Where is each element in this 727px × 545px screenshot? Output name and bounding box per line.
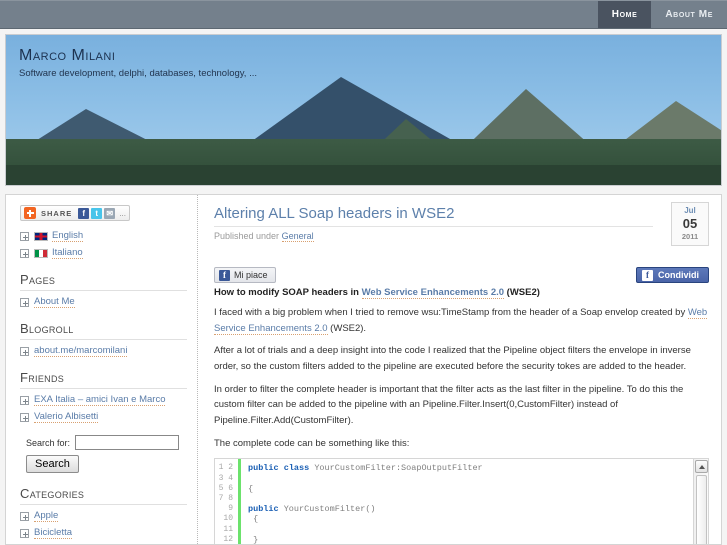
blogroll-link-about-me-marcomilani[interactable]: about.me/marcomilani (34, 345, 128, 357)
list-bullet-icon (20, 231, 29, 241)
post-title: Altering ALL Soap headers in WSE2 (214, 205, 455, 222)
addthis-share-widget[interactable]: SHARE f t ✉ ... (20, 205, 130, 221)
facebook-like-label: Mi piace (234, 270, 268, 280)
site-title: Marco Milani (19, 47, 116, 64)
list-item[interactable]: Apple (20, 510, 187, 522)
page-link-about-me[interactable]: About Me (34, 296, 75, 308)
category-link-apple[interactable]: Apple (34, 510, 59, 522)
friend-link-valerio-albisetti[interactable]: Valerio Albisetti (34, 411, 99, 423)
paragraph1-before: I faced with a big problem when I tried … (214, 307, 688, 318)
search-row: Search for: (26, 435, 187, 450)
list-item[interactable]: EXA Italia – amici Ivan e Marco (20, 394, 187, 406)
paragraph1-after: (WSE2). (327, 322, 367, 334)
list-bullet-icon (20, 412, 29, 422)
top-navigation-bar: Home About Me (0, 0, 727, 29)
uk-flag-icon (34, 231, 48, 241)
language-link-label[interactable]: Italiano (52, 247, 83, 259)
post-meta-prefix: Published under (214, 231, 280, 241)
facebook-share-button[interactable]: f Condividi (636, 267, 709, 283)
post-date-year: 2011 (681, 232, 699, 242)
list-item[interactable]: Bicicletta (20, 527, 187, 539)
code-line-numbers: 1 2 3 4 5 6 7 8 9 10 11 12 (215, 459, 241, 544)
list-bullet-icon (20, 297, 29, 307)
language-item-english[interactable]: English (20, 230, 187, 242)
post-paragraph-4: The complete code can be something like … (214, 437, 410, 449)
banner-text-block: Marco Milani Software development, delph… (19, 47, 257, 79)
addthis-plus-icon (24, 207, 36, 219)
social-buttons-row: f Mi piace f Condividi (214, 267, 709, 285)
post-paragraph-2: After a lot of trials and a deep insight… (214, 345, 691, 373)
search-button[interactable]: Search (26, 455, 79, 473)
friend-link-exa-italia[interactable]: EXA Italia – amici Ivan e Marco (34, 394, 166, 406)
code-block: 1 2 3 4 5 6 7 8 9 10 11 12 public class … (214, 458, 709, 544)
post-subheading-after: (WSE2) (504, 287, 540, 298)
list-bullet-icon (20, 395, 29, 405)
facebook-icon[interactable]: f (78, 207, 90, 219)
post-paragraph-1: I faced with a big problem when I tried … (214, 305, 709, 336)
list-item[interactable]: Valerio Albisetti (20, 411, 187, 423)
post-date-day: 05 (682, 216, 698, 231)
email-icon[interactable]: ✉ (104, 207, 116, 219)
facebook-icon: f (219, 269, 230, 281)
widget-title-categories: Categories (20, 486, 187, 505)
code-scrollbar[interactable] (693, 459, 708, 544)
list-item[interactable]: about.me/marcomilani (20, 345, 187, 357)
facebook-like-button[interactable]: f Mi piace (214, 267, 276, 283)
site-description: Software development, delphi, databases,… (19, 68, 258, 79)
post-category-link[interactable]: General (281, 231, 314, 242)
forest-band-dark (6, 165, 721, 185)
search-widget: Search for: Search (20, 435, 187, 473)
search-input[interactable] (75, 435, 180, 450)
category-link-bicicletta[interactable]: Bicicletta (34, 527, 73, 539)
list-bullet-icon (20, 528, 29, 538)
widget-title-friends: Friends (20, 370, 187, 389)
main-article: Altering ALL Soap headers in WSE2 Publis… (198, 195, 721, 544)
wse-link[interactable]: Web Service Enhancements 2.0 (361, 287, 505, 299)
post-subheading-before: How to modify SOAP headers in (214, 287, 362, 298)
twitter-icon[interactable]: t (91, 207, 103, 219)
list-bullet-icon (20, 511, 29, 521)
post-paragraph-3: In order to filter the complete header i… (214, 383, 684, 427)
share-label: SHARE (41, 208, 73, 218)
site-banner-image: Marco Milani Software development, delph… (5, 34, 722, 186)
more-icon[interactable]: ... (117, 209, 126, 218)
widget-title-pages: Pages (20, 272, 187, 291)
search-label: Search for: (26, 437, 71, 448)
italy-flag-icon (34, 248, 48, 258)
post-date-month: Jul (684, 206, 696, 215)
list-item[interactable]: About Me (20, 296, 187, 308)
facebook-share-label: Condividi (658, 270, 699, 280)
post-meta: Published under General (214, 226, 653, 242)
site-banner-wrapper: Marco Milani Software development, delph… (0, 29, 727, 189)
scrollbar-thumb[interactable] (695, 475, 707, 544)
post-date-badge: Jul 05 2011 (671, 202, 709, 246)
list-bullet-icon (20, 346, 29, 356)
nav-item-home[interactable]: Home (597, 0, 652, 28)
widget-title-blogroll: Blogroll (20, 321, 187, 340)
post-header: Altering ALL Soap headers in WSE2 Publis… (214, 202, 709, 246)
facebook-icon: f (642, 269, 653, 281)
content-area: SHARE f t ✉ ... English Italiano Pages A… (0, 189, 727, 545)
sidebar: SHARE f t ✉ ... English Italiano Pages A… (6, 195, 198, 544)
nav-item-about-me[interactable]: About Me (651, 0, 727, 28)
post-body: How to modify SOAP headers in Web Servic… (214, 287, 709, 544)
content-inner-frame: SHARE f t ✉ ... English Italiano Pages A… (5, 194, 722, 545)
language-link-label[interactable]: English (52, 230, 84, 242)
list-bullet-icon (20, 248, 29, 258)
code-content: public class YourCustomFilter:SoapOutput… (248, 463, 483, 544)
scroll-up-arrow-icon[interactable] (694, 460, 708, 474)
language-item-italiano[interactable]: Italiano (20, 247, 187, 259)
post-subheading: How to modify SOAP headers in Web Servic… (214, 287, 709, 299)
